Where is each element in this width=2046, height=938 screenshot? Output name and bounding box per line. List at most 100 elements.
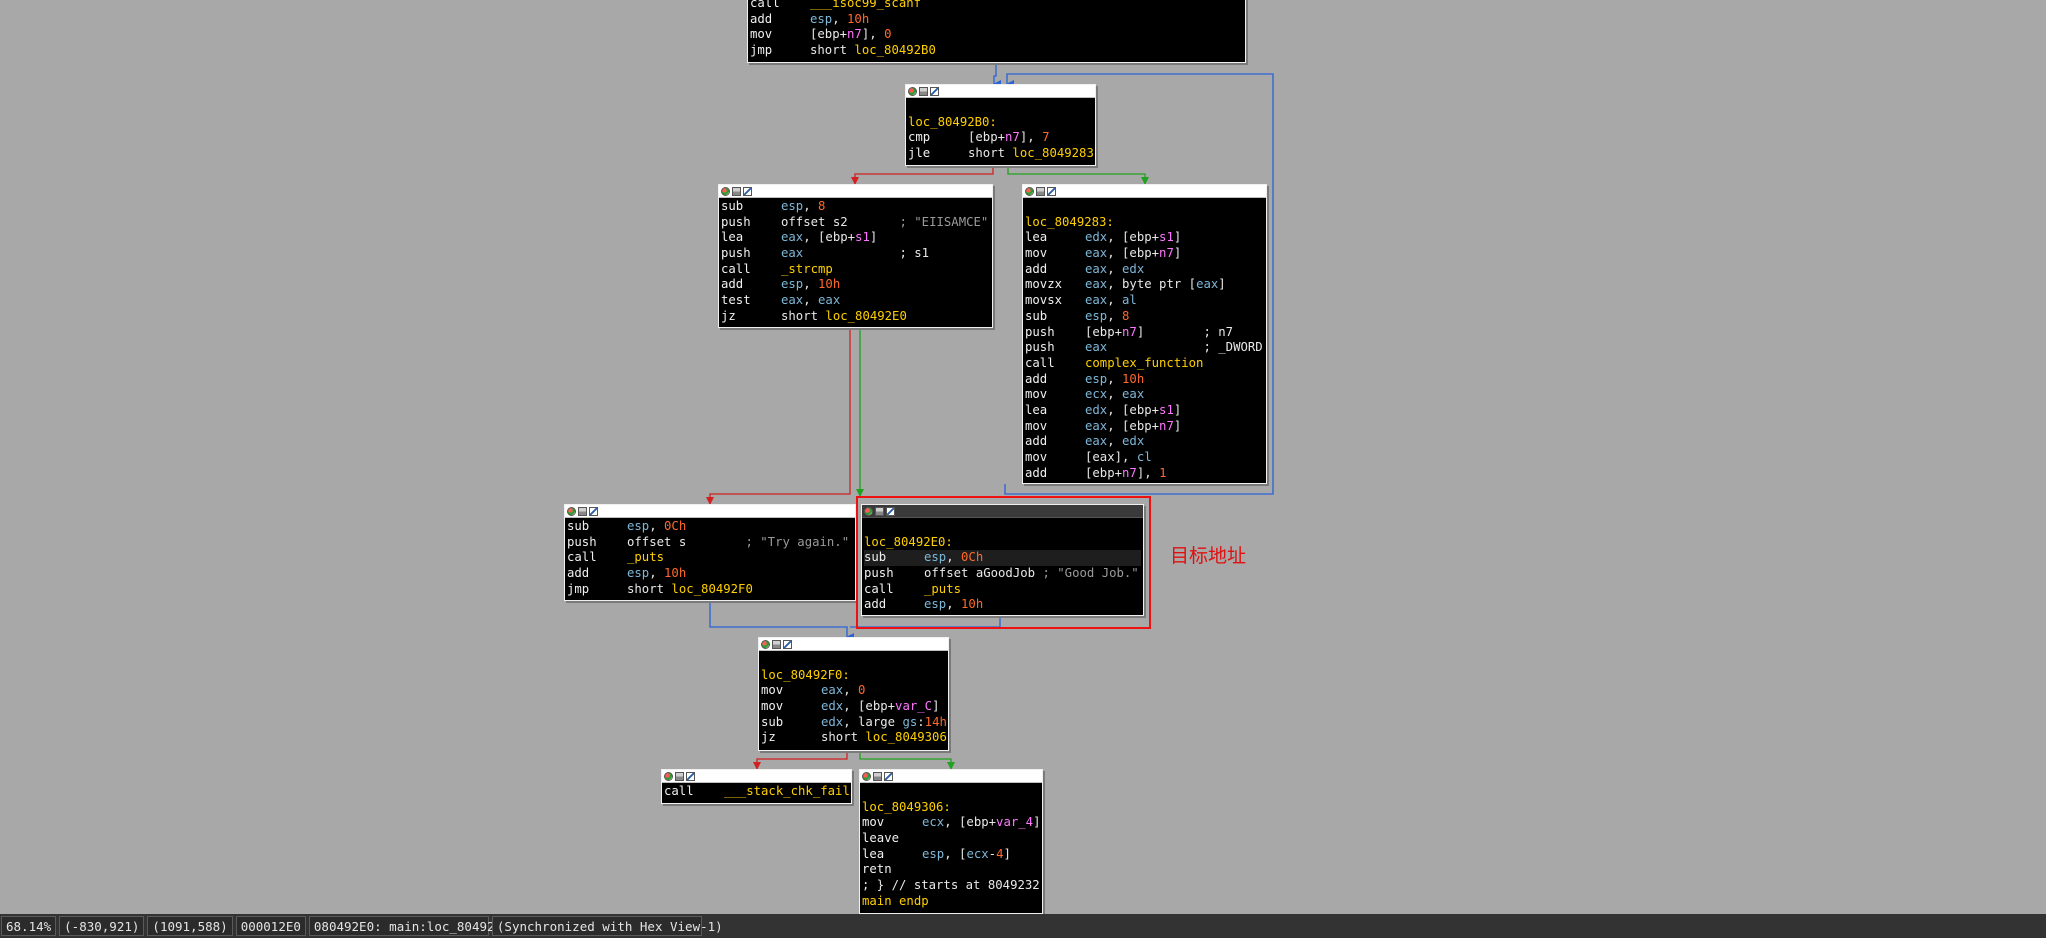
asm-line[interactable]: mov eax, 0 — [761, 683, 946, 699]
node-color-icon[interactable] — [862, 771, 871, 781]
asm-line[interactable]: push eax ; s1 — [721, 246, 990, 262]
code-block-loc-8049283[interactable]: loc_8049283: lea edx, [ebp+s1] mov eax, [ebp… — [1022, 184, 1267, 484]
rename-node-icon[interactable] — [886, 506, 895, 516]
asm-line[interactable]: loc_8049306: — [862, 800, 1040, 816]
asm-line[interactable]: sub esp, 8 — [721, 199, 990, 215]
code-block-loc-8049306[interactable]: loc_8049306: mov ecx, [ebp+var_4] leave lea e… — [859, 769, 1043, 914]
asm-line[interactable]: cmp [ebp+n7], 7 — [908, 130, 1093, 146]
group-nodes-icon[interactable] — [919, 86, 928, 96]
asm-line[interactable]: add esp, 10h — [864, 597, 1141, 613]
rename-node-icon[interactable] — [1047, 186, 1056, 196]
rename-node-icon[interactable] — [589, 506, 598, 516]
asm-line[interactable] — [864, 519, 1141, 535]
group-nodes-icon[interactable] — [675, 771, 684, 781]
asm-line[interactable]: push [ebp+n7] ; n7 — [1025, 325, 1264, 341]
code-block-loc-80492e0[interactable]: loc_80492E0: sub esp, 0Ch push offset aGoodJ… — [861, 504, 1144, 616]
asm-line[interactable]: retn — [862, 862, 1040, 878]
asm-operand: offset s — [627, 534, 746, 549]
asm-line[interactable]: lea edx, [ebp+s1] — [1025, 230, 1264, 246]
asm-line[interactable]: jmp short loc_80492F0 — [567, 582, 853, 598]
group-nodes-icon[interactable] — [873, 771, 882, 781]
asm-line[interactable] — [761, 652, 946, 668]
asm-line[interactable]: mov ecx, eax — [1025, 387, 1264, 403]
asm-line[interactable]: movsx eax, al — [1025, 293, 1264, 309]
asm-line[interactable]: mov edx, [ebp+var_C] — [761, 699, 946, 715]
asm-line[interactable]: loc_80492B0: — [908, 115, 1093, 131]
asm-line[interactable]: add [ebp+n7], 1 — [1025, 466, 1264, 482]
asm-line[interactable]: call ___isoc99_scanf — [750, 0, 1243, 12]
node-color-icon[interactable] — [1025, 186, 1034, 196]
node-color-icon[interactable] — [908, 86, 917, 96]
asm-operand: , — [803, 293, 819, 308]
rename-node-icon[interactable] — [930, 86, 939, 96]
asm-line[interactable]: sub edx, large gs:14h — [761, 715, 947, 731]
asm-operand: var_C — [895, 699, 933, 714]
rename-node-icon[interactable] — [743, 186, 752, 196]
asm-line[interactable]: sub esp, 0Ch — [567, 519, 853, 535]
code-block-stack-chk-fail[interactable]: call ___stack_chk_fail — [661, 769, 852, 804]
asm-line[interactable]: lea edx, [ebp+s1] — [1025, 403, 1264, 419]
asm-operand: esp — [781, 277, 804, 292]
asm-line[interactable]: push eax ; _DWORD — [1025, 340, 1264, 356]
asm-line[interactable]: ; } // starts at 8049232 — [862, 878, 1040, 894]
asm-line[interactable]: call _puts — [864, 582, 1141, 598]
node-color-icon[interactable] — [721, 186, 730, 196]
rename-node-icon[interactable] — [884, 771, 893, 781]
code-block-loc-80492b0[interactable]: loc_80492B0: cmp [ebp+n7], 7 jle short loc_8… — [905, 84, 1096, 166]
asm-line[interactable]: jle short loc_8049283 — [908, 146, 1094, 162]
rename-node-icon[interactable] — [686, 771, 695, 781]
asm-line[interactable]: jz short loc_8049306 — [761, 730, 947, 746]
node-color-icon[interactable] — [864, 506, 873, 516]
node-color-icon[interactable] — [567, 506, 576, 516]
group-nodes-icon[interactable] — [1036, 186, 1045, 196]
code-block-scanf[interactable]: call ___isoc99_scanf add esp, 10h mov [ebp+n7… — [747, 0, 1246, 63]
asm-line[interactable]: add eax, edx — [1025, 434, 1264, 450]
node-color-icon[interactable] — [761, 639, 770, 649]
graph-view[interactable]: call ___isoc99_scanf add esp, 10h mov [ebp+n7… — [0, 0, 2046, 914]
asm-line[interactable]: call complex_function — [1025, 356, 1264, 372]
asm-line[interactable]: lea eax, [ebp+s1] — [721, 230, 990, 246]
asm-line[interactable]: push offset aGoodJob ; "Good Job." — [864, 566, 1141, 582]
code-block-loc-80492f0[interactable]: loc_80492F0: mov eax, 0 mov edx, [ebp+var_C]… — [758, 637, 949, 751]
asm-line[interactable]: add esp, 10h — [567, 566, 853, 582]
rename-node-icon[interactable] — [783, 639, 792, 649]
asm-line[interactable]: movzx eax, byte ptr [eax] — [1025, 277, 1264, 293]
asm-line[interactable]: loc_80492E0: — [864, 535, 1141, 551]
asm-line[interactable]: add esp, 10h — [1025, 372, 1264, 388]
asm-line[interactable]: mov [ebp+n7], 0 — [750, 27, 1243, 43]
code-block-strcmp[interactable]: sub esp, 8 push offset s2 ; "EIISAMCE" lea ea… — [718, 184, 993, 328]
asm-line[interactable]: leave — [862, 831, 1040, 847]
asm-line[interactable]: add esp, 10h — [750, 12, 1243, 28]
asm-line[interactable]: loc_80492F0: — [761, 668, 946, 684]
asm-line[interactable]: test eax, eax — [721, 293, 990, 309]
asm-line[interactable] — [1025, 199, 1264, 215]
asm-line[interactable]: mov [eax], cl — [1025, 450, 1264, 466]
asm-line[interactable]: push offset s ; "Try again." — [567, 535, 853, 551]
asm-line[interactable] — [862, 784, 1040, 800]
code-block-try-again[interactable]: sub esp, 0Ch push offset s ; "Try again." ca… — [564, 504, 856, 601]
asm-line[interactable]: loc_8049283: — [1025, 215, 1264, 231]
asm-line[interactable]: push offset s2 ; "EIISAMCE" — [721, 215, 990, 231]
asm-line[interactable]: add esp, 10h — [721, 277, 990, 293]
asm-line[interactable]: mov eax, [ebp+n7] — [1025, 419, 1264, 435]
asm-line[interactable]: sub esp, 8 — [1025, 309, 1264, 325]
group-nodes-icon[interactable] — [578, 506, 587, 516]
asm-line[interactable]: jmp short loc_80492B0 — [750, 43, 1243, 59]
asm-line[interactable]: jz short loc_80492E0 — [721, 309, 990, 325]
asm-operand: ecx — [1085, 387, 1108, 402]
asm-line[interactable]: main endp — [862, 894, 1040, 910]
node-color-icon[interactable] — [664, 771, 673, 781]
asm-line[interactable]: add eax, edx — [1025, 262, 1264, 278]
group-nodes-icon[interactable] — [772, 639, 781, 649]
asm-line[interactable]: call ___stack_chk_fail — [664, 784, 850, 800]
group-nodes-icon[interactable] — [732, 186, 741, 196]
asm-line[interactable]: lea esp, [ecx-4] — [862, 847, 1040, 863]
zoom-level[interactable]: 68.14% — [1, 916, 57, 936]
group-nodes-icon[interactable] — [875, 506, 884, 516]
asm-line[interactable]: sub esp, 0Ch — [864, 550, 1141, 567]
asm-line[interactable]: mov eax, [ebp+n7] — [1025, 246, 1264, 262]
asm-line[interactable]: mov ecx, [ebp+var_4] — [862, 815, 1040, 831]
asm-line[interactable]: call _puts — [567, 550, 853, 566]
asm-line[interactable] — [908, 99, 1093, 115]
asm-line[interactable]: call _strcmp — [721, 262, 990, 278]
